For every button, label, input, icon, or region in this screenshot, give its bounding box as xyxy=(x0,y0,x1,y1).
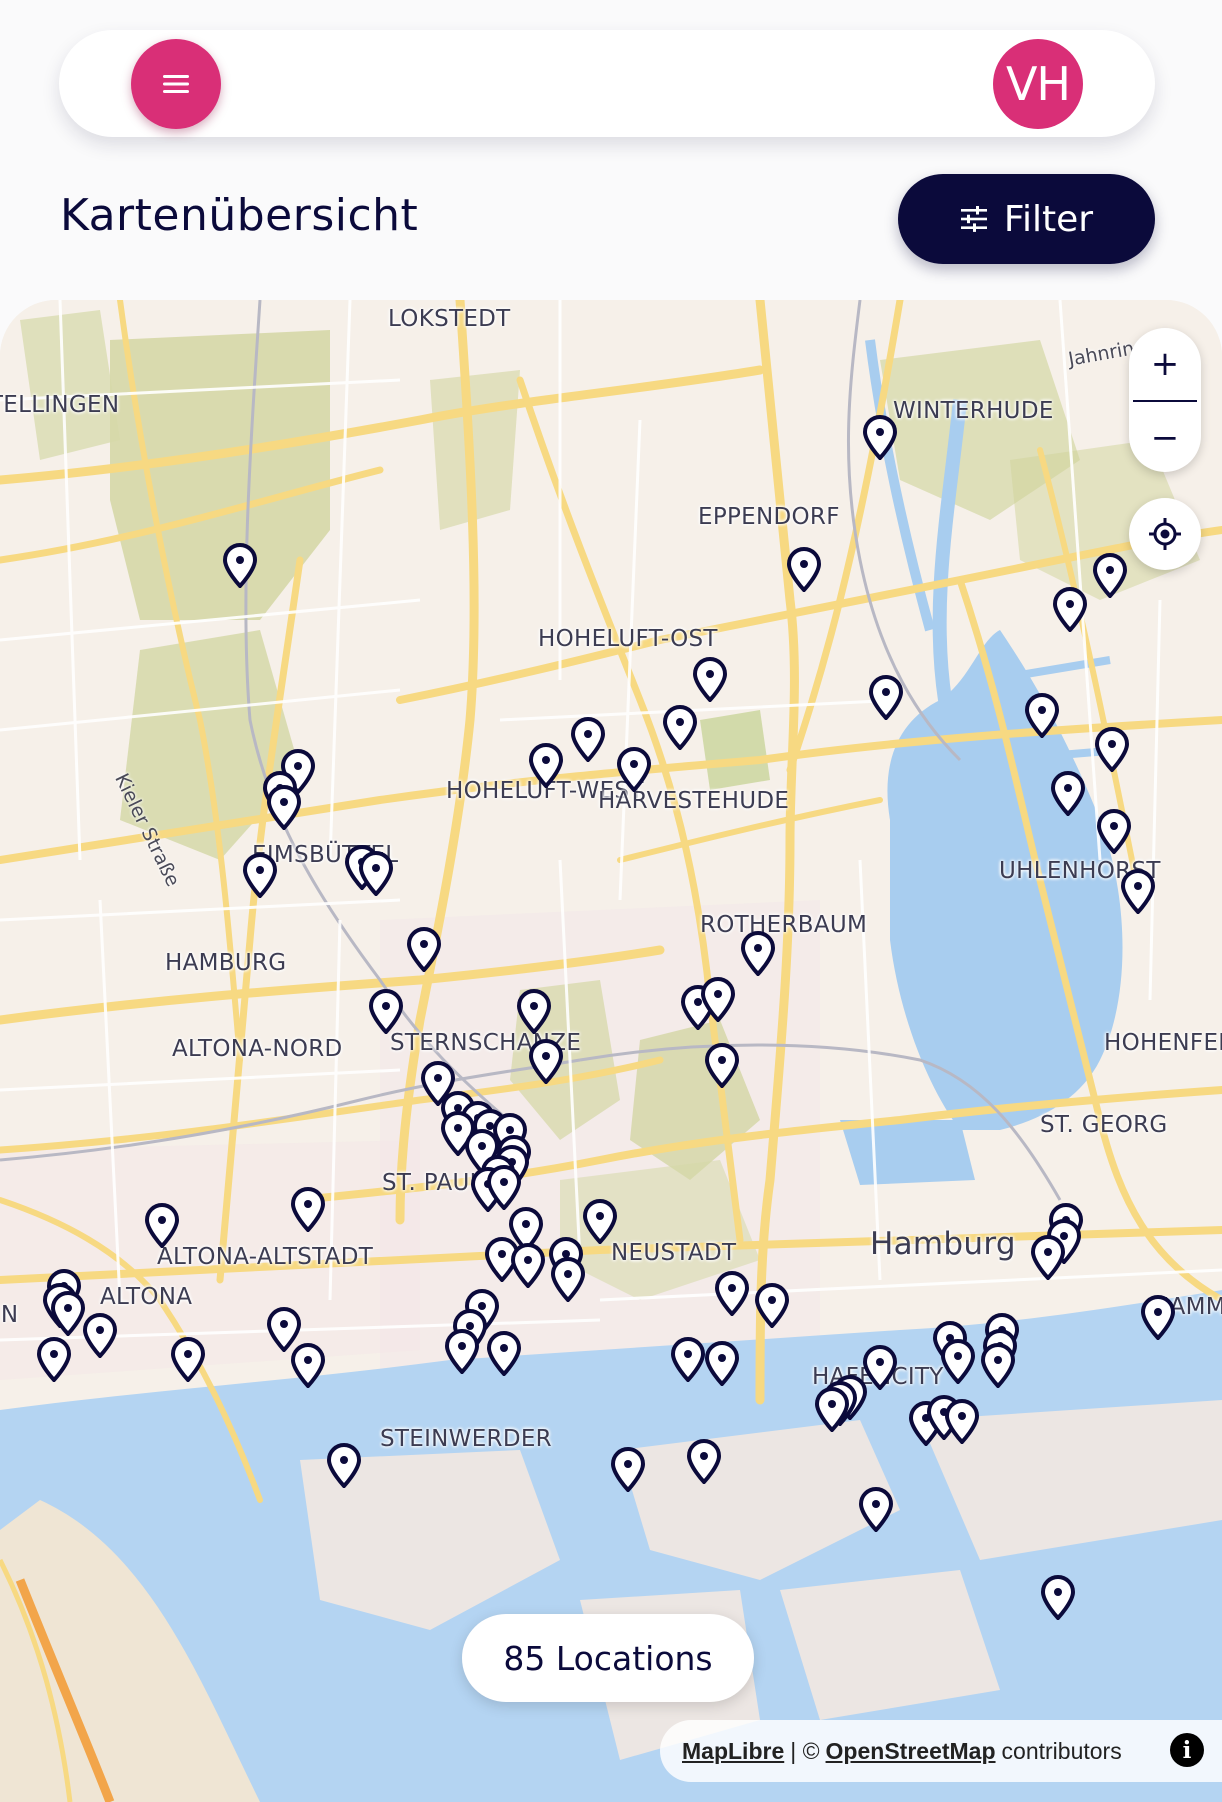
map-pin-icon[interactable] xyxy=(35,1336,73,1382)
map-label-st-georg: ST. GEORG xyxy=(1040,1112,1168,1138)
map-pin-icon[interactable] xyxy=(1029,1234,1067,1280)
map-pin-icon[interactable] xyxy=(569,716,607,762)
map-pin-icon[interactable] xyxy=(1049,770,1087,816)
attribution-separator: | © xyxy=(790,1737,820,1764)
map-pin-icon[interactable] xyxy=(785,546,823,592)
map-pin-icon[interactable] xyxy=(753,1282,791,1328)
hamburger-menu-icon xyxy=(163,75,189,93)
map-pin-icon[interactable] xyxy=(405,926,443,972)
map-label-steinwerder: STEINWERDER xyxy=(380,1426,552,1452)
map-label-lokstedt: LOKSTEDT xyxy=(388,306,511,332)
attribution-contributors: contributors xyxy=(1001,1737,1122,1764)
map-pin-icon[interactable] xyxy=(699,976,737,1022)
map-label-edge-fragment: EN xyxy=(0,1302,19,1328)
map-view[interactable]: LOKSTEDT STELLINGEN WINTERHUDE EPPENDORF… xyxy=(0,300,1222,1802)
map-label-altona-altstadt: ALTONA-ALTSTADT xyxy=(157,1244,374,1270)
map-pin-icon[interactable] xyxy=(289,1186,327,1232)
map-pin-icon[interactable] xyxy=(739,930,777,976)
map-pin-icon[interactable] xyxy=(713,1270,751,1316)
map-pin-icon[interactable] xyxy=(979,1342,1017,1388)
map-attribution: MapLibre | © OpenStreetMap contributors … xyxy=(660,1720,1222,1782)
maplibre-link[interactable]: MapLibre xyxy=(682,1738,784,1765)
map-label-hoheluft-ost: HOHELUFT-OST xyxy=(538,626,718,652)
user-avatar[interactable]: VH xyxy=(993,39,1083,129)
zoom-control: + − xyxy=(1129,328,1201,472)
map-pin-icon[interactable] xyxy=(527,1038,565,1084)
map-pin-icon[interactable] xyxy=(1139,1294,1177,1340)
map-pin-icon[interactable] xyxy=(143,1202,181,1248)
map-pin-icon[interactable] xyxy=(515,988,553,1034)
map-pin-icon[interactable] xyxy=(703,1042,741,1088)
sliders-icon xyxy=(960,206,987,232)
map-pin-icon[interactable] xyxy=(325,1442,363,1488)
map-pin-icon[interactable] xyxy=(367,988,405,1034)
map-pin-icon[interactable] xyxy=(485,1330,523,1376)
map-pin-icon[interactable] xyxy=(703,1340,741,1386)
map-pin-icon[interactable] xyxy=(81,1312,119,1358)
location-count-badge[interactable]: 85 Locations xyxy=(462,1614,754,1702)
openstreetmap-link[interactable]: OpenStreetMap xyxy=(826,1738,996,1765)
map-pin-icon[interactable] xyxy=(1091,552,1129,598)
map-pin-icon[interactable] xyxy=(669,1336,707,1382)
map-label-altona-nord: ALTONA-NORD xyxy=(172,1036,343,1062)
map-pin-icon[interactable] xyxy=(691,656,729,702)
map-pin-icon[interactable] xyxy=(661,704,699,750)
map-pin-icon[interactable] xyxy=(1093,726,1131,772)
map-pin-icon[interactable] xyxy=(549,1256,587,1302)
map-pin-icon[interactable] xyxy=(581,1198,619,1244)
map-pin-icon[interactable] xyxy=(1023,692,1061,738)
filter-button-label: Filter xyxy=(1003,198,1094,240)
map-pin-icon[interactable] xyxy=(241,852,279,898)
map-label-neustadt: NEUSTADT xyxy=(611,1240,737,1266)
map-pin-icon[interactable] xyxy=(939,1338,977,1384)
map-pin-icon[interactable] xyxy=(813,1386,851,1432)
map-pin-icon[interactable] xyxy=(1039,1574,1077,1620)
map-pin-icon[interactable] xyxy=(1119,868,1157,914)
map-label-hamburg-district: HAMBURG xyxy=(165,950,287,976)
map-label-stellingen: STELLINGEN xyxy=(0,392,120,418)
map-pin-icon[interactable] xyxy=(485,1164,523,1210)
map-pin-icon[interactable] xyxy=(615,746,653,792)
map-pin-icon[interactable] xyxy=(1051,586,1089,632)
top-app-bar: VH xyxy=(59,30,1155,137)
map-label-winterhude: WINTERHUDE xyxy=(893,398,1054,424)
info-icon[interactable]: i xyxy=(1170,1733,1204,1767)
map-pin-icon[interactable] xyxy=(857,1486,895,1532)
map-label-altona: ALTONA xyxy=(100,1284,193,1310)
map-pin-icon[interactable] xyxy=(289,1342,327,1388)
map-pin-icon[interactable] xyxy=(265,784,303,830)
locate-button[interactable] xyxy=(1129,498,1201,570)
filter-button[interactable]: Filter xyxy=(898,174,1155,264)
map-pin-icon[interactable] xyxy=(1095,808,1133,854)
map-pin-icon[interactable] xyxy=(509,1242,547,1288)
map-pin-icon[interactable] xyxy=(527,742,565,788)
map-pin-icon[interactable] xyxy=(443,1328,481,1374)
map-label-hamburg-city: Hamburg xyxy=(870,1226,1016,1262)
map-pin-icon[interactable] xyxy=(609,1446,647,1492)
map-pin-icon[interactable] xyxy=(221,542,259,588)
map-label-rotherbaum: ROTHERBAUM xyxy=(700,912,868,938)
page-title: Kartenübersicht xyxy=(60,190,419,241)
map-pin-icon[interactable] xyxy=(357,850,395,896)
zoom-out-button[interactable]: − xyxy=(1129,402,1201,472)
map-label-hohenfelde: HOHENFELDE xyxy=(1104,1030,1222,1056)
map-label-eppendorf: EPPENDORF xyxy=(698,504,840,530)
map-pin-icon[interactable] xyxy=(861,414,899,460)
map-pin-icon[interactable] xyxy=(943,1398,981,1444)
crosshair-locate-icon xyxy=(1149,518,1181,550)
zoom-in-button[interactable]: + xyxy=(1129,328,1201,400)
map-pin-icon[interactable] xyxy=(169,1336,207,1382)
menu-button[interactable] xyxy=(131,39,221,129)
map-pin-icon[interactable] xyxy=(867,674,905,720)
map-pin-icon[interactable] xyxy=(685,1438,723,1484)
